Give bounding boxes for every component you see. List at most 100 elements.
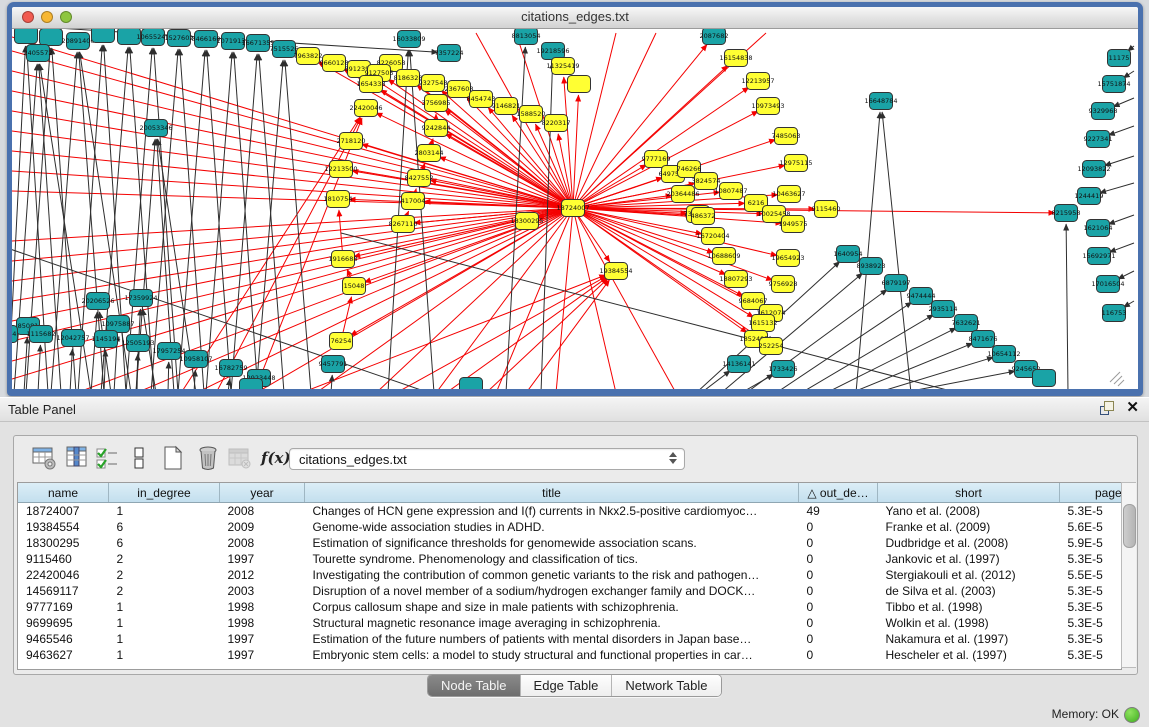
graph-node[interactable] [460,378,483,390]
graph-node-label: 417004 [401,197,426,205]
table-cell: Investigating the contribution of common… [305,567,799,583]
table-cell: Nakamura et al. (1997) [878,631,1060,647]
graph-node-label: 12042757 [56,334,89,342]
table-cell: Corpus callosum shape and size in male p… [305,599,799,615]
close-panel-icon[interactable]: ✕ [1126,401,1139,415]
graph-edge [256,60,283,389]
table-cell: de Silva et al. (2003) [878,583,1060,599]
table-row[interactable]: 969969511998Structural magnetic resonanc… [18,615,1122,631]
graph-node[interactable] [240,379,263,390]
graph-node[interactable] [568,76,591,93]
table-cell: 2 [109,567,220,583]
table-cell: Estimation of the future numbers of pati… [305,631,799,647]
table-header-row: namein_degreeyeartitle△ out_de…shortpage… [18,483,1122,503]
table-cell: Structural magnetic resonance image aver… [305,615,799,631]
column-header-pagerank[interactable]: pagerank [1060,483,1123,503]
graph-node-label: 7485063 [772,132,801,140]
table-row[interactable]: 911546021997Tourette syndrome. Phenomeno… [18,551,1122,567]
graph-node-label: 746266 [677,165,702,173]
table-cell: 1998 [220,599,305,615]
graph-edge [1066,224,1068,389]
float-panel-icon[interactable] [1100,401,1114,415]
table-row[interactable]: 977716911998Corpus callosum shape and si… [18,599,1122,615]
graph-node[interactable] [40,29,63,46]
table-cell: 1 [109,599,220,615]
column-header-in_degree[interactable]: in_degree [109,483,220,503]
graph-node-label: 1810754 [324,195,353,203]
graph-node-label: 2405572 [24,49,53,57]
graph-node-label: 252254 [759,342,784,350]
table-cell: 18300295 [18,535,109,551]
delete-trash-icon[interactable] [195,445,221,471]
memory-status-label: Memory: OK [1052,707,1119,721]
table-cell: 5.3E-5 [1060,647,1123,663]
column-header-name[interactable]: name [18,483,109,503]
graph-edge [1118,271,1134,279]
table-cell: 2 [109,551,220,567]
table-toolbar: f(x) citations_edges.txt [14,436,1137,480]
network-graph: 2405572208914061065524715276028466160107… [12,29,1136,389]
table-cell: 2003 [220,583,305,599]
graph-node-label: 15692971 [1082,252,1115,260]
table-cell: 1997 [220,631,305,647]
graph-node-label: 486372 [691,212,716,220]
graph-node-label: 10958107 [179,355,212,363]
column-header-short[interactable]: short [878,483,1060,503]
table-row[interactable]: 946362711997Embryonic stem cells: a mode… [18,647,1122,663]
table-cell: 0 [799,567,878,583]
network-canvas[interactable]: 2405572208914061065524715276028466160107… [12,29,1138,389]
table-row[interactable]: 1938455462009Genome-wide association stu… [18,519,1122,535]
table-cell: Dudbridge et al. (2008) [878,535,1060,551]
combo-selected-value: citations_edges.txt [299,452,407,467]
graph-node-label: 9474444 [907,292,936,300]
memory-status-indicator[interactable] [1124,707,1140,723]
tab-edge-table[interactable]: Edge Table [521,675,613,696]
graph-node-label: 16033809 [392,35,425,43]
graph-node-label: 9146821 [492,102,521,110]
table-row[interactable]: 1456911722003Disruption of a novel membe… [18,583,1122,599]
graph-node-label: 10463627 [772,190,805,198]
select-column-icon[interactable] [64,445,90,471]
graph-edge [228,379,230,389]
table-row[interactable]: 946554611997Estimation of the future num… [18,631,1122,647]
graph-node[interactable] [92,29,115,43]
column-header-year[interactable]: year [220,483,305,503]
table-selector-combobox[interactable]: citations_edges.txt [289,448,685,470]
table-cell: 1997 [220,551,305,567]
table-row[interactable]: 2242004622012Investigating the contribut… [18,567,1122,583]
graph-node-label: 22420046 [349,104,382,112]
graph-node-label: 9684067 [739,297,768,305]
graph-node-label: 12213500 [324,165,357,173]
graph-edge [876,357,993,389]
graph-node-label: 12213957 [741,77,774,85]
table-cell: 1 [109,631,220,647]
table-cell: Yano et al. (2008) [878,503,1060,520]
table-cell: 14569117 [18,583,109,599]
scrollbar-thumb[interactable] [1123,504,1136,548]
graph-node[interactable] [1033,370,1056,387]
graph-edge [206,52,232,389]
graph-node-label: 17359924 [124,294,157,302]
column-header-out_de[interactable]: △ out_de… [799,483,878,503]
window-resize-grip[interactable] [1110,372,1124,386]
graph-edge [701,371,730,389]
table-row[interactable]: 1830029562008Estimation of significance … [18,535,1122,551]
graph-edge [12,208,573,281]
column-header-title[interactable]: title [305,483,799,503]
network-window-titlebar[interactable]: citations_edges.txt [12,7,1138,29]
desktop: { "window": { "title": "citations_edges.… [0,0,1149,727]
table-vertical-scrollbar[interactable] [1121,482,1136,668]
merge-rows-icon[interactable] [126,445,152,471]
graph-node-label: 1916688 [329,255,358,263]
graph-node-label: 16720404 [696,232,729,240]
table-row[interactable]: 1872400712008Changes of HCN gene express… [18,503,1122,520]
tab-node-table[interactable]: Node Table [428,675,521,696]
graph-node-label: 7357224 [435,49,464,57]
tab-network-table[interactable]: Network Table [612,675,720,696]
function-builder-icon[interactable]: f(x) [261,449,291,467]
graph-node[interactable] [15,29,38,44]
select-rows-check-icon[interactable] [94,445,120,471]
new-table-icon[interactable] [160,445,186,471]
table-settings-icon[interactable] [31,445,57,471]
table-cell: 1998 [220,615,305,631]
